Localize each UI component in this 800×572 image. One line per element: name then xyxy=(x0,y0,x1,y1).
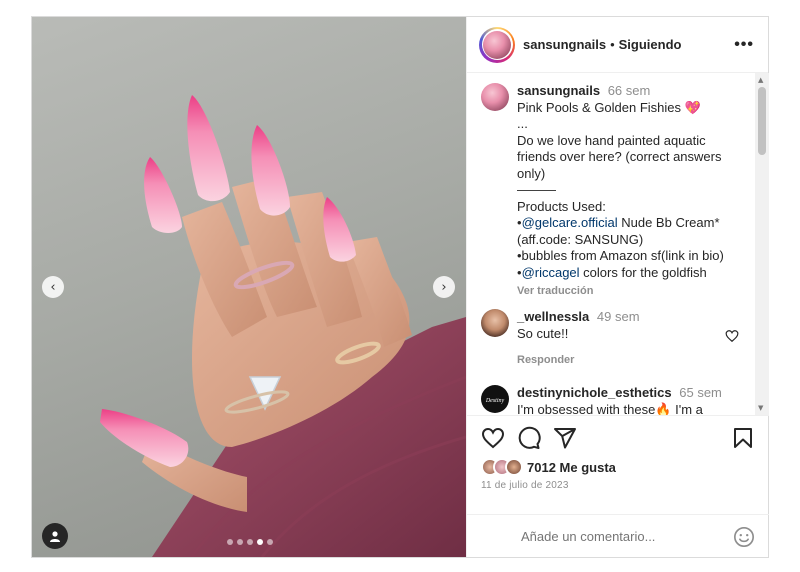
bookmark-icon[interactable] xyxy=(731,426,755,450)
comment-time: 65 sem xyxy=(679,385,722,400)
caption-line: ... xyxy=(517,116,528,131)
avatar xyxy=(505,458,523,476)
carousel-prev-button[interactable]: ‹ xyxy=(42,276,64,298)
carousel-dot-active xyxy=(257,539,263,545)
caption-text: colors for the goldfish xyxy=(579,264,707,280)
caption-line: ——— xyxy=(517,182,556,197)
caption-line: Products Used: xyxy=(517,198,606,214)
heart-emoji: 💖 xyxy=(684,99,701,115)
likes-count[interactable]: 7012 Me gusta xyxy=(527,460,616,475)
comments-section[interactable]: sansungnails 66 sem Pink Pools & Golden … xyxy=(467,73,769,415)
carousel-dot xyxy=(227,539,233,545)
following-button[interactable]: Siguiendo xyxy=(619,37,682,52)
post-header: sansungnails • Siguiendo ••• xyxy=(467,17,768,73)
user-tag-icon[interactable] xyxy=(42,523,68,549)
comment: Destiny destinynichole_esthetics 65 sem … xyxy=(481,385,753,415)
post-details-panel: sansungnails • Siguiendo ••• sansungnail… xyxy=(466,17,769,559)
post-date: 11 de julio de 2023 xyxy=(481,480,569,491)
caption-line: •bubbles from Amazon sf(link in bio) xyxy=(517,248,724,263)
svg-text:Destiny: Destiny xyxy=(485,398,505,404)
share-icon[interactable] xyxy=(553,426,577,450)
emoji-icon[interactable] xyxy=(733,526,755,548)
carousel-dot xyxy=(267,539,273,545)
carousel-next-button[interactable]: › xyxy=(433,276,455,298)
caption-line: only) xyxy=(517,165,546,181)
caption-line: (aff.code: SANSUNG) xyxy=(517,231,644,247)
comment-input[interactable] xyxy=(521,529,721,544)
caption-line: friends over here? (correct answers xyxy=(517,149,722,164)
caption-title: Pink Pools & Golden Fishies xyxy=(517,99,682,115)
caption: sansungnails 66 sem Pink Pools & Golden … xyxy=(481,83,753,300)
liker-avatars xyxy=(481,458,523,476)
avatar[interactable]: Destiny xyxy=(481,385,509,413)
add-comment-bar xyxy=(467,514,769,558)
caption-line: Do we love hand painted aquatic xyxy=(517,132,706,148)
avatar[interactable] xyxy=(481,309,509,337)
carousel-dot xyxy=(247,539,253,545)
caption-time: 66 sem xyxy=(607,83,651,98)
comment-text: I'm obsessed with these🔥 I'm a xyxy=(517,401,703,416)
header-separator: • xyxy=(610,37,615,52)
comment: _wellnessla 49 sem So cute!! Responder xyxy=(481,309,753,369)
likes-row[interactable]: 7012 Me gusta xyxy=(481,458,616,476)
carousel-dot xyxy=(237,539,243,545)
avatar[interactable] xyxy=(481,83,509,111)
post-dialog: ‹ › sansungnails • Siguiendo ••• sansung… xyxy=(31,16,769,558)
header-username[interactable]: sansungnails xyxy=(523,37,606,52)
avatar[interactable] xyxy=(479,26,515,63)
post-actions: 7012 Me gusta 11 de julio de 2023 xyxy=(467,415,769,559)
comment-time: 49 sem xyxy=(596,309,640,324)
scroll-up-arrow[interactable]: ▲ xyxy=(758,76,763,84)
comment-text: So cute!! xyxy=(517,325,569,341)
comment-username[interactable]: destinynichole_esthetics xyxy=(517,385,672,400)
mention-link[interactable]: @gelcare.official xyxy=(522,215,618,230)
scroll-thumb[interactable] xyxy=(758,87,766,155)
like-comment-icon[interactable] xyxy=(725,329,739,343)
carousel-indicator xyxy=(227,539,273,545)
caption-username[interactable]: sansungnails xyxy=(517,83,600,98)
reply-button[interactable]: Responder xyxy=(517,352,753,369)
comment-icon[interactable] xyxy=(517,426,541,450)
comments-scrollbar[interactable]: ▲ ▼ xyxy=(755,73,769,415)
mention-link[interactable]: @riccagel xyxy=(522,265,580,280)
more-options-button[interactable]: ••• xyxy=(734,36,754,54)
heart-icon[interactable] xyxy=(481,426,505,450)
see-translation-link[interactable]: Ver traducción xyxy=(517,283,753,300)
post-photo[interactable]: ‹ › xyxy=(32,17,466,557)
scroll-down-arrow[interactable]: ▼ xyxy=(758,404,763,412)
nail-photo-illustration xyxy=(100,95,466,557)
caption-text: Nude Bb Cream* xyxy=(617,215,720,230)
comment-username[interactable]: _wellnessla xyxy=(517,309,589,324)
